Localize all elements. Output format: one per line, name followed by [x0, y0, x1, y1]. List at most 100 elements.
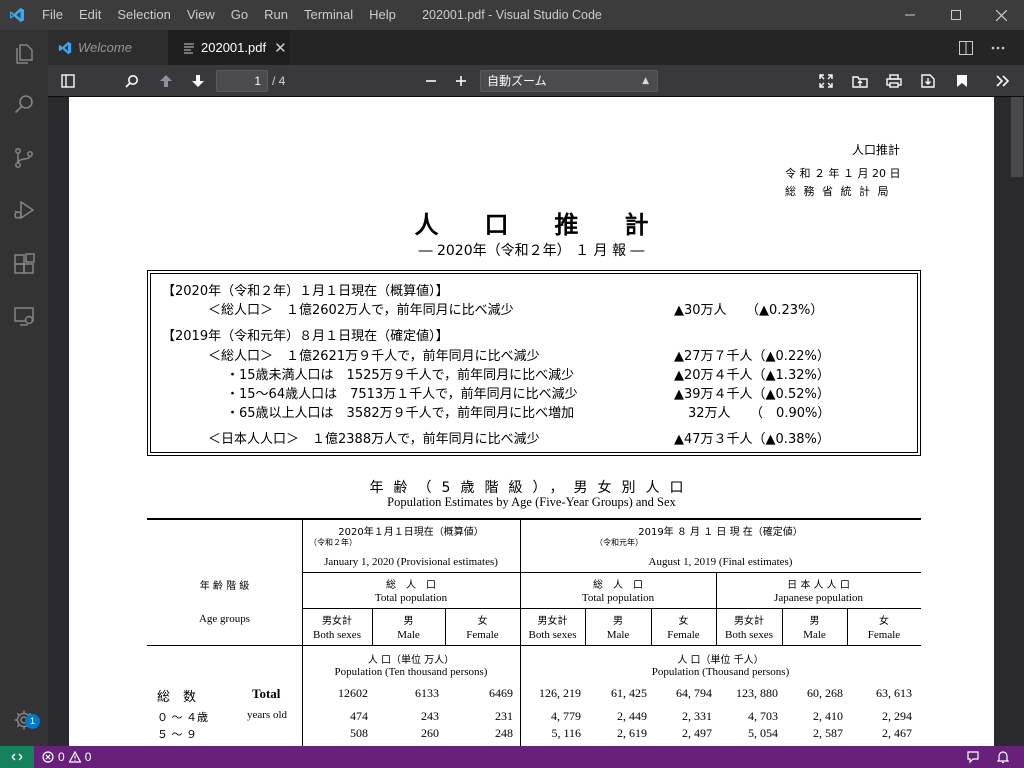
- scrollbar-thumb[interactable]: [1011, 97, 1023, 177]
- download-icon[interactable]: [916, 69, 940, 93]
- open-file-icon[interactable]: [848, 69, 872, 93]
- minimize-button[interactable]: [887, 0, 933, 30]
- vscode-logo-icon: [58, 41, 72, 54]
- unit-left-jp: 人 口（単位 万人）: [367, 655, 455, 666]
- table-cell: 474: [350, 709, 368, 723]
- table-cell: 4, 779: [551, 709, 581, 723]
- unit-right-jp: 人 口（単位 千人）: [677, 655, 764, 666]
- close-window-button[interactable]: [978, 0, 1024, 30]
- doc-date: 令 和 ２ 年 １ 月 20 日: [785, 167, 901, 180]
- notifications-bell-icon[interactable]: [990, 746, 1016, 768]
- tab-welcome-label: Welcome: [78, 40, 132, 55]
- editor-tab-bar: Welcome 202001.pdf ✕: [48, 30, 1024, 65]
- col-2020-era: （令和２年）: [309, 538, 357, 547]
- menu-go[interactable]: Go: [223, 0, 256, 30]
- summary-line-japanese: ＜日本人人口＞ １億2388万人で，前年同月に比べ減少: [208, 432, 540, 447]
- sex-header-male-en: Male: [606, 629, 630, 641]
- menu-view[interactable]: View: [179, 0, 223, 30]
- settings-gear-icon[interactable]: 1: [0, 696, 48, 744]
- feedback-icon[interactable]: [960, 746, 986, 768]
- previous-page-icon[interactable]: [154, 69, 178, 93]
- menu-help[interactable]: Help: [361, 0, 404, 30]
- age-groups-en: Age groups: [198, 613, 251, 625]
- vscode-window: File Edit Selection View Go Run Terminal…: [0, 0, 1024, 768]
- table-cell: 2, 449: [617, 709, 647, 723]
- sidebar-toggle-icon[interactable]: [56, 69, 80, 93]
- presentation-mode-icon[interactable]: [814, 69, 838, 93]
- menu-bar: File Edit Selection View Go Run Terminal…: [34, 0, 404, 30]
- tab-202001-pdf[interactable]: 202001.pdf ✕: [168, 30, 290, 65]
- menu-edit[interactable]: Edit: [71, 0, 109, 30]
- summary-line-2020-total: ＜総人口＞ １億2602万人で，前年同月に比べ減少: [208, 303, 514, 318]
- summary-line-2019-heading: 【2019年（令和元年）８月１日現在（確定値）】: [162, 329, 449, 344]
- remote-indicator-icon[interactable]: [0, 746, 34, 768]
- menu-selection[interactable]: Selection: [109, 0, 178, 30]
- japanese-pop-jp: 日 本 人 人 口: [787, 580, 850, 591]
- tools-chevron-icon[interactable]: [991, 69, 1015, 93]
- close-tab-icon[interactable]: ✕: [274, 39, 287, 57]
- zoom-out-icon[interactable]: [419, 69, 443, 93]
- warning-count: 0: [84, 750, 92, 764]
- table-cell: 5, 116: [551, 726, 581, 740]
- table-cell: 63, 613: [876, 686, 912, 700]
- sex-header-male-jp: 男: [809, 616, 820, 627]
- zoom-select[interactable]: 自動ズーム ▲: [480, 70, 658, 92]
- col-2020-jp: 2020年１月１日現在（概算値）: [338, 527, 484, 538]
- doc-agency: 総 務 省 統 計 局: [785, 185, 891, 198]
- activity-bar: 1: [0, 30, 48, 746]
- row-label-en: Total: [252, 686, 281, 701]
- table-cell: 2, 467: [882, 726, 912, 740]
- summary-box: 【2020年（令和２年）１月１日現在（概算値）】 ＜総人口＞ １億2602万人で…: [147, 270, 921, 456]
- table-cell: 260: [421, 726, 439, 740]
- search-icon[interactable]: [0, 80, 48, 128]
- file-lines-icon: [184, 43, 194, 53]
- col-2019-jp: 2019年 ８ 月 １ 日 現 在（確定値）: [638, 527, 803, 538]
- table-cell: 2, 410: [813, 709, 843, 723]
- sex-header-female-jp: 女: [477, 616, 488, 627]
- page-number-input[interactable]: 1: [216, 70, 268, 92]
- row-label-en: years old: [247, 709, 288, 721]
- table-cell: 2, 497: [682, 726, 712, 740]
- zoom-in-icon[interactable]: [449, 69, 473, 93]
- pdf-page: 人口推計 令 和 ２ 年 １ 月 20 日 総 務 省 統 計 局 人口推計 ―…: [69, 97, 1023, 746]
- menu-terminal[interactable]: Terminal: [296, 0, 361, 30]
- source-control-icon[interactable]: [0, 134, 48, 182]
- extensions-icon[interactable]: [0, 240, 48, 288]
- status-bar: 0 0: [0, 746, 1024, 768]
- next-page-icon[interactable]: [186, 69, 210, 93]
- more-actions-icon[interactable]: [982, 30, 1014, 65]
- split-editor-icon[interactable]: [950, 30, 982, 65]
- sex-header-both-jp: 男女計: [537, 616, 568, 627]
- table-cell: 231: [495, 709, 513, 723]
- row-label-jp: ０ ～ ４歳: [157, 711, 208, 724]
- run-debug-icon[interactable]: [0, 186, 48, 234]
- problems-indicator[interactable]: 0 0: [42, 746, 91, 768]
- sex-header-both-en: Both sexes: [313, 629, 361, 641]
- tab-welcome[interactable]: Welcome: [48, 30, 168, 65]
- total-pop-en-left: Total population: [374, 592, 448, 604]
- table-title: 年齢（5歳階級），男女別人口: [369, 480, 694, 496]
- table-cell: 2, 619: [617, 726, 647, 740]
- menu-run[interactable]: Run: [256, 0, 296, 30]
- select-updown-icon: ▲: [642, 76, 649, 86]
- menu-file[interactable]: File: [34, 0, 71, 30]
- print-icon[interactable]: [882, 69, 906, 93]
- row-label-jp: 総 数: [157, 690, 197, 705]
- table-cell: 2, 294: [882, 709, 912, 723]
- maximize-button[interactable]: [933, 0, 979, 30]
- col-2019-en: August 1, 2019 (Final estimates): [648, 556, 793, 568]
- table-cell: 123, 880: [736, 686, 778, 700]
- remote-explorer-icon[interactable]: [0, 292, 48, 340]
- table-line-population: [302, 608, 921, 609]
- files-icon[interactable]: [0, 30, 48, 78]
- total-pop-jp-left: 総 人 口: [386, 580, 436, 591]
- pdf-viewer[interactable]: 人口推計 令 和 ２ 年 １ 月 20 日 総 務 省 統 計 局 人口推計 ―…: [48, 97, 1024, 746]
- pdf-toolbar: 1 / 4 自動ズーム ▲: [48, 65, 1024, 97]
- sex-header-female-en: Female: [867, 629, 901, 641]
- bookmark-icon[interactable]: [950, 69, 974, 93]
- page-count-label: / 4: [272, 74, 286, 88]
- table-cell: 508: [350, 726, 368, 740]
- unit-right-en: Population (Thousand persons): [651, 666, 790, 678]
- find-search-icon[interactable]: [120, 69, 144, 93]
- table-cell: 6469: [489, 686, 513, 700]
